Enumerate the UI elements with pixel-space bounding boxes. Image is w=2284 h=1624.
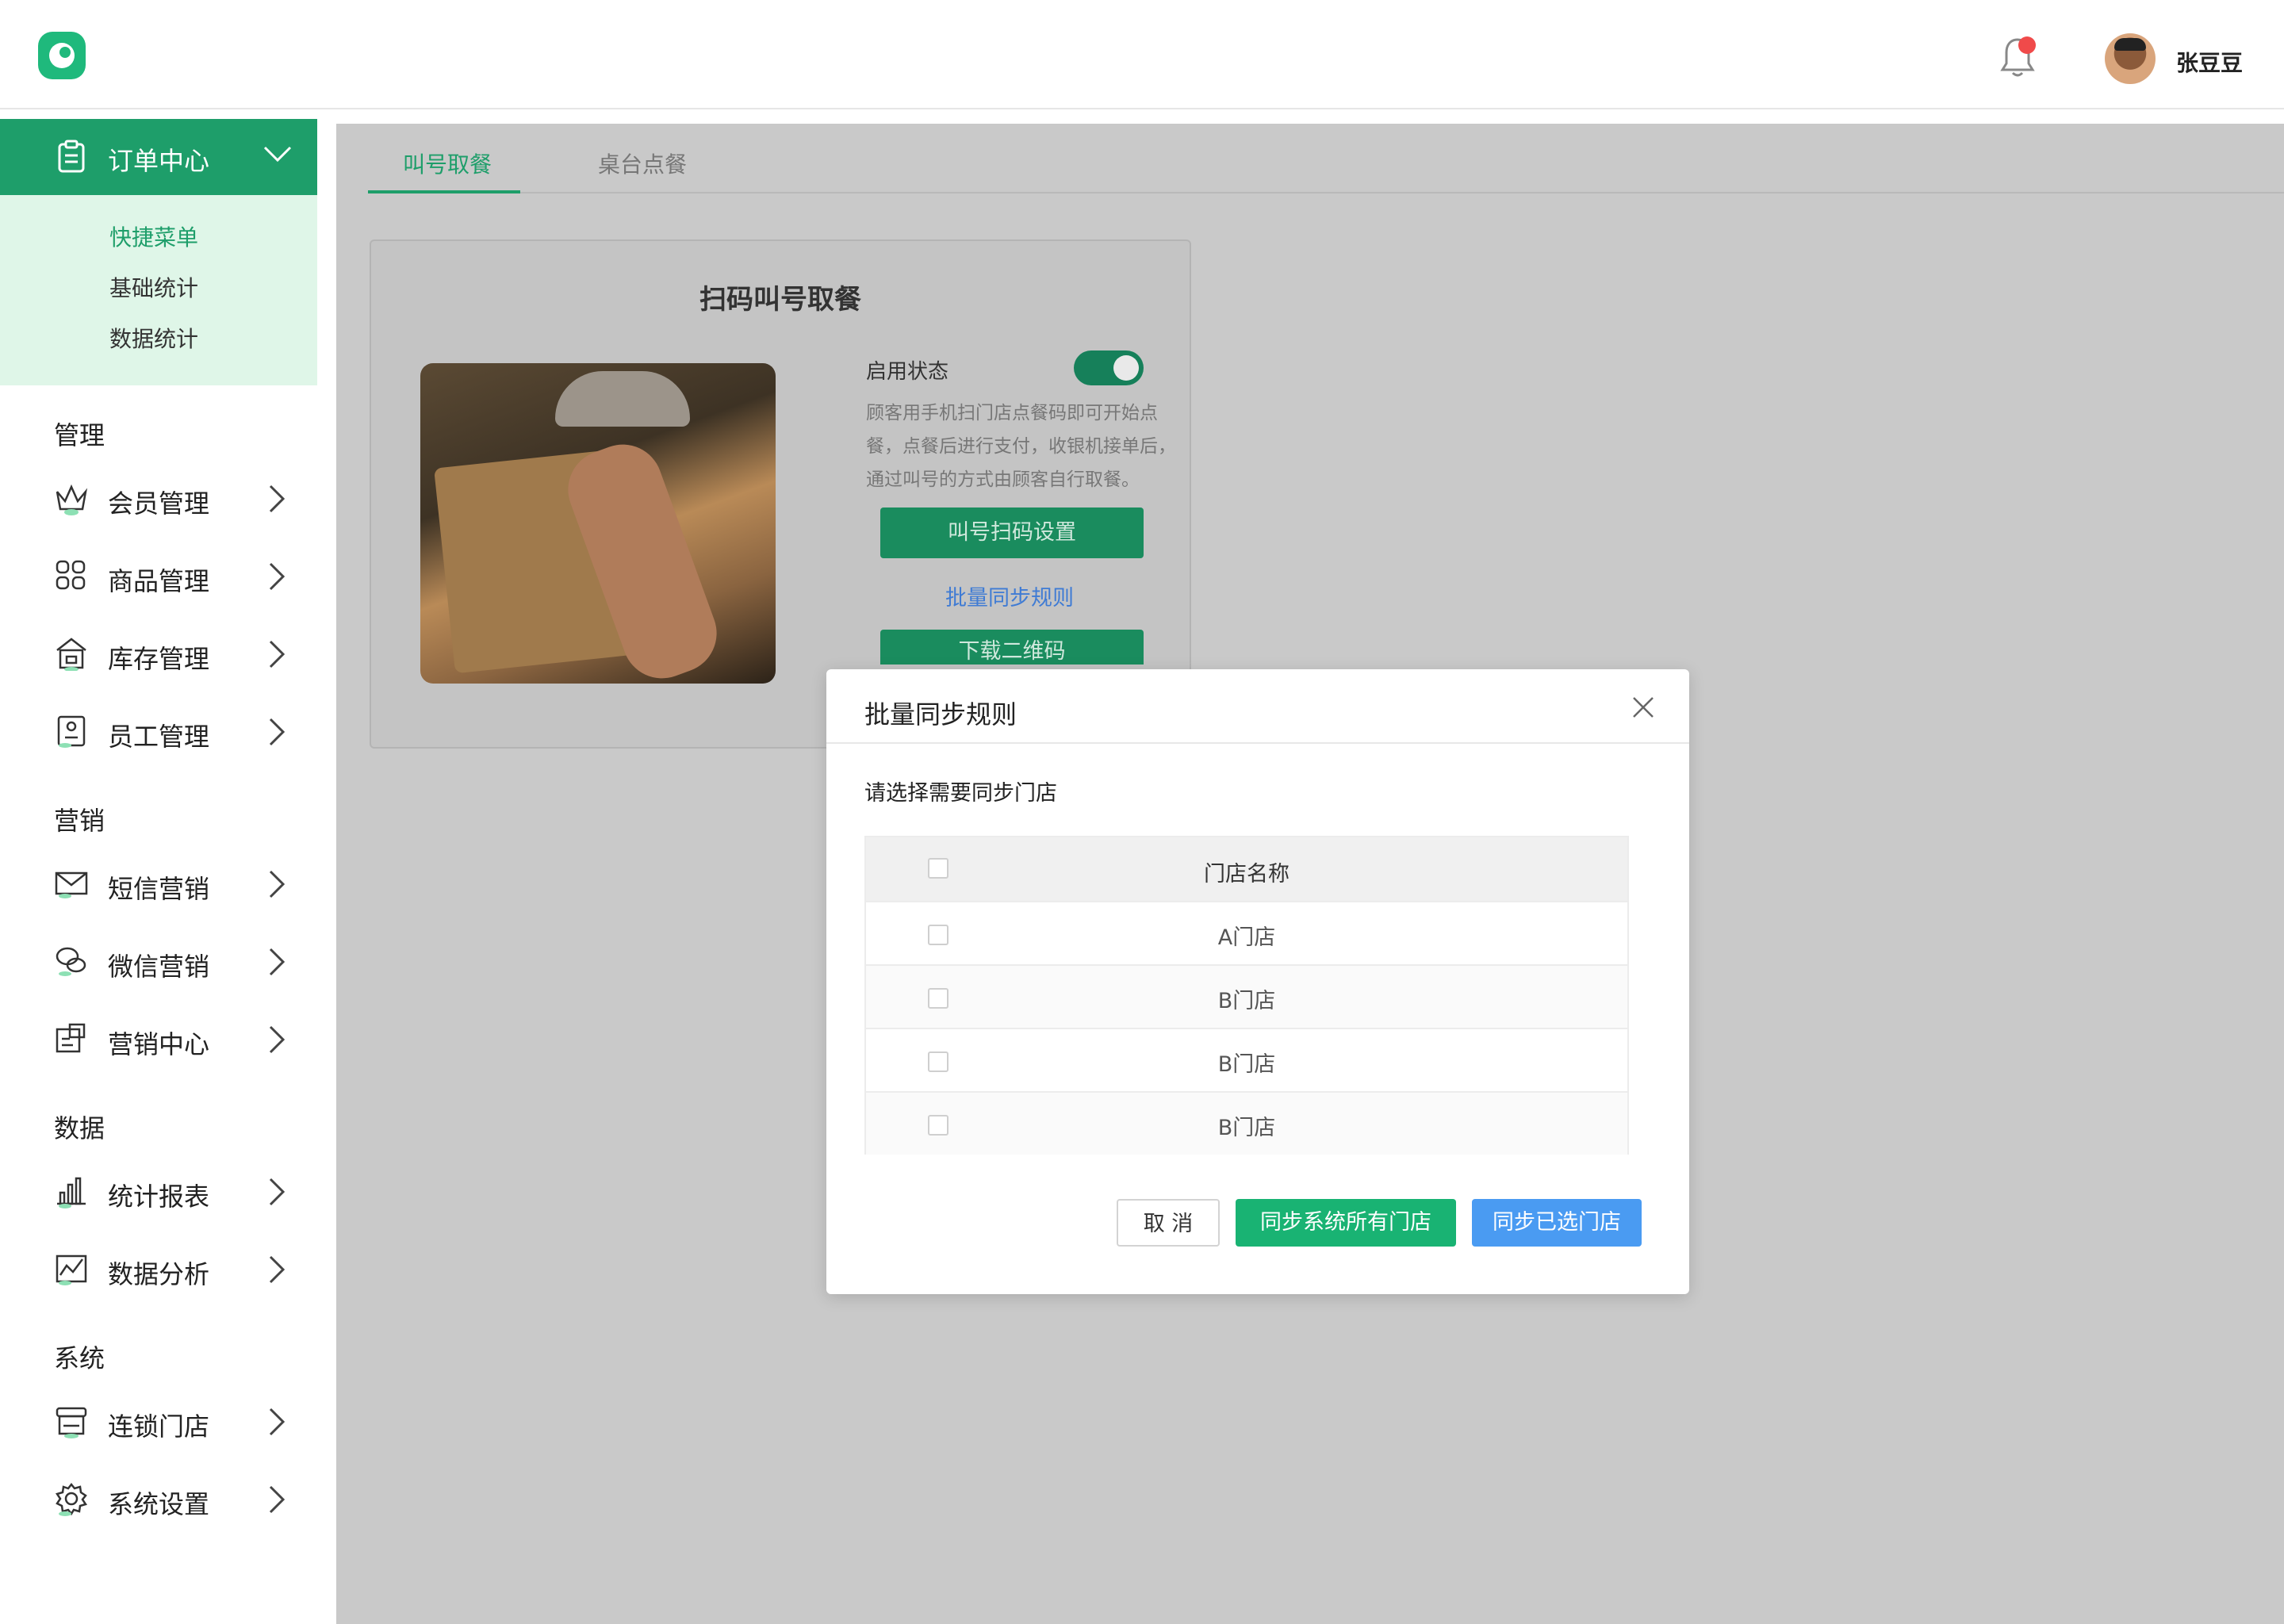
warehouse-icon bbox=[56, 638, 86, 671]
chevron-right-icon bbox=[269, 1178, 286, 1206]
chevron-right-icon bbox=[269, 1408, 286, 1436]
call-scan-settings-button[interactable]: 叫号扫码设置 bbox=[880, 508, 1144, 558]
store-name: B门店 bbox=[1217, 989, 1276, 1013]
enable-toggle[interactable] bbox=[1074, 350, 1144, 385]
sidebar-item-label: 会员管理 bbox=[108, 488, 210, 519]
store-name: A门店 bbox=[1217, 925, 1276, 950]
grid-icon bbox=[56, 560, 86, 590]
sidebar-item-sms-marketing[interactable]: 短信营销 bbox=[0, 852, 317, 915]
sidebar-item-label: 数据分析 bbox=[108, 1259, 210, 1289]
table-header: 门店名称 bbox=[866, 837, 1627, 901]
section-title-manage: 管理 bbox=[54, 420, 105, 450]
user-avatar[interactable] bbox=[2105, 33, 2156, 84]
gear-icon bbox=[56, 1482, 87, 1516]
sidebar-item-system-settings[interactable]: 系统设置 bbox=[0, 1467, 317, 1530]
sidebar-item-label: 员工管理 bbox=[108, 722, 210, 752]
crown-icon bbox=[56, 484, 88, 515]
batch-sync-rules-link[interactable]: 批量同步规则 bbox=[945, 580, 1074, 611]
modal-title: 批量同步规则 bbox=[864, 699, 1017, 730]
line-chart-icon bbox=[56, 1254, 87, 1285]
wechat-icon bbox=[56, 947, 86, 976]
tab-call-number-pickup[interactable]: 叫号取餐 bbox=[403, 147, 492, 179]
sidebar: 订单中心 快捷菜单 基础统计 数据统计 管理 会员管理 商品管理 库存管理 员工… bbox=[0, 119, 317, 1624]
store-name: B门店 bbox=[1217, 1052, 1276, 1077]
submenu-item-basic-stats[interactable]: 基础统计 bbox=[109, 271, 198, 303]
chevron-right-icon bbox=[269, 640, 286, 668]
sidebar-item-marketing-center[interactable]: 营销中心 bbox=[0, 1007, 317, 1071]
top-header: 张豆豆 bbox=[0, 0, 2284, 109]
submenu-item-data-stats[interactable]: 数据统计 bbox=[109, 322, 198, 354]
batch-sync-modal: 批量同步规则 请选择需要同步门店 门店名称 A门店 B门店 B门店 B门店 取 … bbox=[826, 669, 1689, 1294]
sync-all-stores-button[interactable]: 同步系统所有门店 bbox=[1236, 1199, 1456, 1247]
chevron-right-icon bbox=[269, 948, 286, 976]
bar-chart-icon bbox=[57, 1177, 86, 1208]
chevron-right-icon bbox=[269, 1485, 286, 1514]
chevron-right-icon bbox=[269, 718, 286, 746]
submenu-item-quick-menu[interactable]: 快捷菜单 bbox=[109, 220, 198, 252]
sidebar-item-label: 库存管理 bbox=[108, 644, 210, 674]
store-icon bbox=[56, 1407, 87, 1438]
sidebar-item-reports[interactable]: 统计报表 bbox=[0, 1159, 317, 1223]
marketing-panel-icon bbox=[56, 1023, 86, 1053]
sidebar-item-members[interactable]: 会员管理 bbox=[0, 466, 317, 530]
chevron-right-icon bbox=[269, 485, 286, 513]
close-icon[interactable] bbox=[1629, 693, 1657, 722]
sidebar-item-label: 订单中心 bbox=[108, 146, 210, 176]
app-logo-icon[interactable] bbox=[38, 32, 86, 79]
modal-divider bbox=[826, 742, 1689, 744]
pickup-photo bbox=[420, 363, 776, 684]
active-tab-indicator bbox=[368, 190, 520, 193]
chevron-right-icon bbox=[269, 1025, 286, 1054]
sidebar-item-label: 连锁门店 bbox=[108, 1411, 210, 1442]
toggle-label: 启用状态 bbox=[866, 360, 949, 384]
sidebar-item-order-center[interactable]: 订单中心 bbox=[0, 119, 317, 195]
submenu-order-center: 快捷菜单 基础统计 数据统计 bbox=[0, 195, 317, 385]
employee-badge-icon bbox=[57, 715, 86, 748]
chevron-right-icon bbox=[269, 870, 286, 898]
sidebar-item-label: 系统设置 bbox=[108, 1489, 210, 1519]
chevron-right-icon bbox=[269, 1255, 286, 1284]
table-row[interactable]: B门店 bbox=[866, 1091, 1627, 1155]
sidebar-item-label: 短信营销 bbox=[108, 874, 210, 904]
sidebar-item-inventory[interactable]: 库存管理 bbox=[0, 622, 317, 685]
column-header-store-name: 门店名称 bbox=[1204, 862, 1290, 887]
store-table: 门店名称 A门店 B门店 B门店 B门店 bbox=[864, 836, 1629, 1155]
card-title: 扫码叫号取餐 bbox=[699, 284, 861, 316]
section-title-data: 数据 bbox=[54, 1113, 105, 1143]
sidebar-item-chain-stores[interactable]: 连锁门店 bbox=[0, 1389, 317, 1453]
chevron-down-icon bbox=[263, 146, 292, 163]
mail-icon bbox=[55, 871, 88, 898]
clipboard-icon bbox=[58, 140, 85, 173]
table-row[interactable]: B门店 bbox=[866, 1028, 1627, 1091]
table-row[interactable]: B门店 bbox=[866, 964, 1627, 1028]
table-row[interactable]: A门店 bbox=[866, 901, 1627, 964]
cancel-button[interactable]: 取 消 bbox=[1117, 1199, 1220, 1247]
sidebar-item-products[interactable]: 商品管理 bbox=[0, 544, 317, 607]
tab-table-ordering[interactable]: 桌台点餐 bbox=[598, 147, 687, 179]
download-qrcode-button[interactable]: 下载二维码 bbox=[880, 630, 1144, 665]
sidebar-item-label: 营销中心 bbox=[108, 1029, 210, 1059]
sidebar-item-label: 微信营销 bbox=[108, 952, 210, 982]
section-title-system: 系统 bbox=[54, 1343, 105, 1373]
sidebar-item-staff[interactable]: 员工管理 bbox=[0, 699, 317, 763]
sidebar-item-wechat-marketing[interactable]: 微信营销 bbox=[0, 929, 317, 993]
card-description: 顾客用手机扫门店点餐码即可开始点餐，点餐后进行支付，收银机接单后，通过叫号的方式… bbox=[866, 403, 1176, 490]
tab-bar: 叫号取餐 桌台点餐 bbox=[368, 124, 2284, 193]
sidebar-item-label: 统计报表 bbox=[108, 1182, 210, 1212]
notification-badge bbox=[2018, 36, 2036, 54]
store-name: B门店 bbox=[1217, 1116, 1276, 1140]
sidebar-item-data-analysis[interactable]: 数据分析 bbox=[0, 1237, 317, 1300]
sync-selected-stores-button[interactable]: 同步已选门店 bbox=[1472, 1199, 1642, 1247]
chevron-right-icon bbox=[269, 562, 286, 591]
modal-prompt: 请选择需要同步门店 bbox=[864, 781, 1057, 806]
sidebar-item-label: 商品管理 bbox=[108, 566, 210, 596]
username[interactable]: 张豆豆 bbox=[2176, 46, 2243, 78]
section-title-marketing: 营销 bbox=[54, 806, 105, 836]
